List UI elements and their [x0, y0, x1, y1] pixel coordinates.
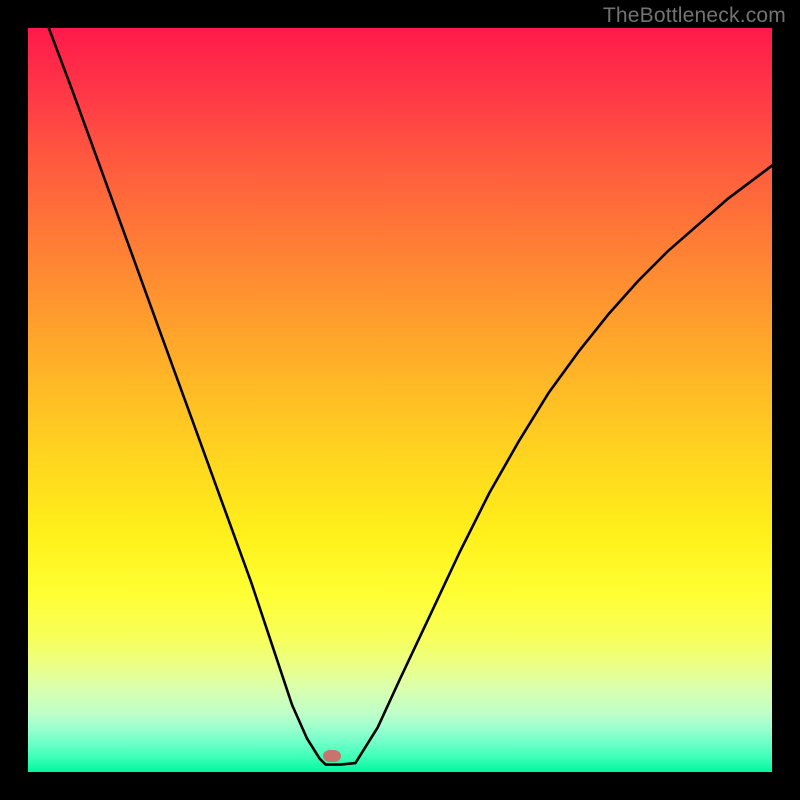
watermark-text: TheBottleneck.com: [603, 4, 786, 28]
bottleneck-curve: [28, 28, 772, 772]
optimum-marker: [323, 750, 341, 762]
plot-area: [28, 28, 772, 772]
chart-frame: TheBottleneck.com: [0, 0, 800, 800]
curve-path: [49, 28, 772, 765]
